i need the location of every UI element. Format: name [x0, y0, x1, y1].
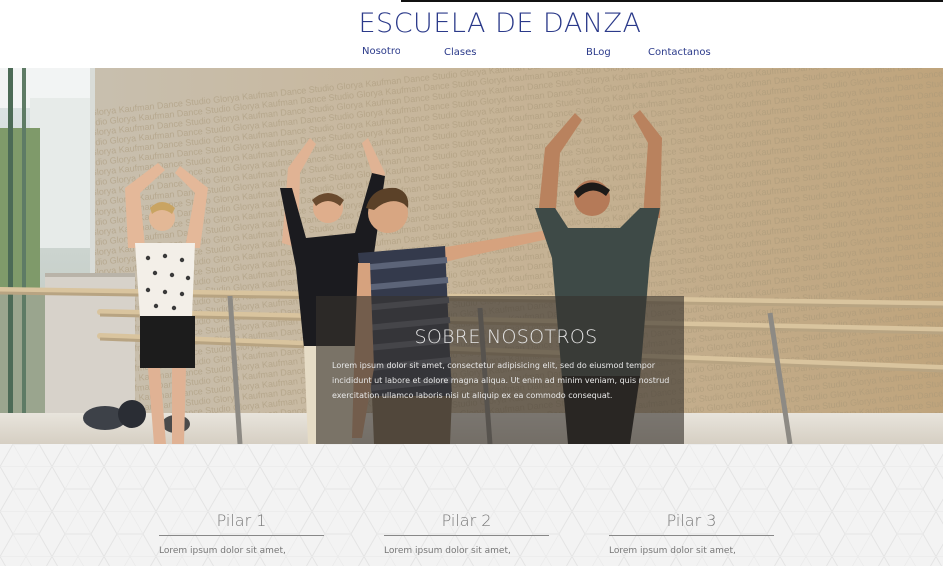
nav-link-contactanos[interactable]: Contactanos	[648, 47, 711, 58]
nav-link-blog[interactable]: BLog	[586, 47, 611, 58]
pillar-3-title: Pilar 3	[609, 511, 774, 536]
header-top-line	[401, 0, 943, 2]
site-header: ESCUELA DE DANZA Nosotros Clases BLog Co…	[0, 0, 943, 68]
about-title: SOBRE NOSOTROS	[414, 326, 598, 348]
pillars-section: Pilar 1 Lorem ipsum dolor sit amet, Pila…	[0, 444, 943, 566]
pillar-1: Pilar 1 Lorem ipsum dolor sit amet,	[159, 511, 324, 558]
site-title: ESCUELA DE DANZA	[358, 8, 642, 39]
pillar-3-text: Lorem ipsum dolor sit amet,	[609, 546, 736, 556]
nav-link-clases[interactable]: Clases	[444, 47, 476, 58]
nav-overlap-cover	[400, 42, 406, 58]
page: ESCUELA DE DANZA Nosotros Clases BLog Co…	[0, 0, 943, 566]
hero-section: Studio Glorya Kaufman Dance Studio Glory…	[0, 68, 943, 444]
pillar-2: Pilar 2 Lorem ipsum dolor sit amet,	[384, 511, 549, 558]
pillar-3: Pilar 3 Lorem ipsum dolor sit amet,	[609, 511, 774, 558]
pillar-1-title: Pilar 1	[159, 511, 324, 536]
about-text: Lorem ipsum dolor sit amet, consectetur …	[332, 361, 670, 400]
pillar-2-text: Lorem ipsum dolor sit amet,	[384, 546, 511, 556]
pillar-2-title: Pilar 2	[384, 511, 549, 536]
about-overlay-box: SOBRE NOSOTROS Lorem ipsum dolor sit ame…	[316, 296, 684, 444]
pillar-1-text: Lorem ipsum dolor sit amet,	[159, 546, 286, 556]
